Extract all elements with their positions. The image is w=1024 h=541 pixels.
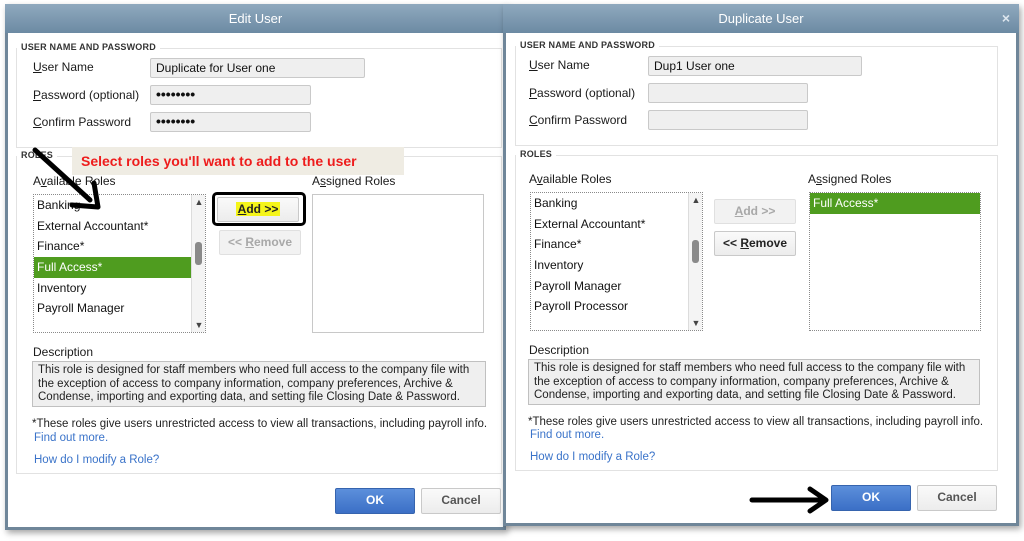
confirm-password-label: Confirm Password [33, 115, 131, 129]
label-text: A [808, 172, 817, 186]
group-legend: USER NAME AND PASSWORD [17, 42, 160, 52]
button-text: << [227, 235, 246, 249]
user-name-input[interactable]: Dup1 User one [648, 56, 862, 76]
list-item[interactable]: Full Access* [810, 193, 980, 214]
button-text: emove [749, 236, 788, 250]
list-item[interactable]: Payroll Processor [531, 296, 702, 317]
scroll-thumb[interactable] [692, 240, 699, 263]
confirm-password-input[interactable] [648, 110, 808, 130]
label-text: assword (optional) [41, 88, 140, 102]
user-name-label: User Name [33, 60, 94, 74]
mnemonic: U [529, 58, 538, 72]
ok-button[interactable]: OK [831, 485, 911, 511]
remove-role-button[interactable]: << Remove [714, 231, 796, 256]
user-name-label: User Name [529, 58, 590, 72]
list-item[interactable]: Banking [531, 193, 702, 214]
group-legend: USER NAME AND PASSWORD [516, 40, 659, 50]
cancel-button[interactable]: Cancel [917, 485, 997, 511]
label-text: assword (optional) [537, 86, 636, 100]
list-item[interactable]: Finance* [34, 236, 205, 257]
list-items: Full Access* [810, 193, 980, 214]
roles-note: *These roles give users unrestricted acc… [528, 416, 984, 428]
password-input[interactable]: •••••••• [150, 85, 311, 105]
label-text: ailable Roles [542, 172, 612, 186]
available-roles-label: Available Roles [529, 172, 612, 186]
password-label: Password (optional) [529, 86, 635, 100]
annotation-arrow-icon [32, 147, 101, 210]
button-text: dd >> [743, 204, 776, 218]
roles-note: *These roles give users unrestricted acc… [32, 418, 488, 430]
label-text: onfirm Password [41, 115, 132, 129]
scroll-up-icon[interactable]: ▲ [192, 195, 206, 209]
password-input[interactable] [648, 83, 808, 103]
label-text: signed Roles [822, 172, 892, 186]
find-out-more-link[interactable]: Find out more. [530, 429, 604, 441]
label-text: signed Roles [326, 174, 396, 188]
mnemonic: P [529, 86, 538, 100]
cancel-button[interactable]: Cancel [421, 488, 501, 514]
edit-user-titlebar[interactable]: Edit User [5, 4, 506, 33]
annotation-arrow-ok-icon [749, 486, 829, 514]
scroll-thumb[interactable] [195, 242, 202, 265]
mnemonic: U [33, 60, 42, 74]
assigned-roles-label: Assigned Roles [808, 172, 891, 186]
password-label: Password (optional) [33, 88, 139, 102]
add-button-annotation-outline [212, 192, 306, 226]
duplicate-user-dialog: Duplicate User × USER NAME AND PASSWORD … [503, 4, 1019, 526]
scroll-down-icon[interactable]: ▼ [192, 318, 206, 332]
mnemonic: P [33, 88, 42, 102]
assigned-roles-list[interactable]: Full Access* [809, 192, 981, 331]
assigned-roles-label: Assigned Roles [312, 174, 395, 188]
mnemonic: C [529, 113, 538, 127]
label-text: ser Name [41, 60, 94, 74]
assigned-roles-list[interactable] [312, 194, 484, 333]
user-name-input[interactable]: Duplicate for User one [150, 58, 365, 78]
annotation-callout: Select roles you'll want to add to the u… [72, 147, 404, 175]
list-item[interactable]: Payroll Manager [531, 276, 702, 297]
list-items: Banking External Accountant* Finance* Inven… [531, 193, 702, 317]
label-text: ser Name [537, 58, 590, 72]
edit-user-dialog: Edit User USER NAME AND PASSWORD User Na… [5, 4, 506, 530]
confirm-password-label: Confirm Password [529, 113, 627, 127]
add-role-button[interactable]: Add >> [714, 199, 796, 224]
mnemonic: R [245, 235, 254, 249]
description-label: Description [33, 345, 94, 359]
mnemonic: C [33, 115, 42, 129]
label-text: A [312, 174, 321, 188]
find-out-more-link[interactable]: Find out more. [34, 432, 108, 444]
scroll-up-icon[interactable]: ▲ [689, 193, 703, 207]
close-icon[interactable]: × [1002, 4, 1010, 33]
list-item[interactable]: External Accountant* [531, 214, 702, 235]
confirm-password-input[interactable]: •••••••• [150, 112, 311, 132]
mnemonic: R [740, 236, 749, 250]
button-text: emove [254, 235, 293, 249]
group-legend: ROLES [516, 149, 557, 159]
duplicate-user-titlebar[interactable]: Duplicate User × [503, 4, 1019, 33]
available-roles-scrollbar[interactable]: ▲ ▼ [688, 193, 702, 330]
ok-button[interactable]: OK [335, 488, 415, 514]
button-text: << [722, 236, 741, 250]
label-text: onfirm Password [537, 113, 628, 127]
remove-role-button[interactable]: << Remove [219, 230, 301, 255]
description-label: Description [529, 343, 590, 357]
list-item[interactable]: Finance* [531, 234, 702, 255]
list-item[interactable]: Inventory [531, 255, 702, 276]
modify-role-link[interactable]: How do I modify a Role? [530, 451, 655, 463]
dialog-title: Edit User [228, 11, 283, 26]
list-item[interactable]: Inventory [34, 278, 205, 299]
list-item[interactable]: Full Access* [34, 257, 205, 278]
available-roles-scrollbar[interactable]: ▲ ▼ [191, 195, 205, 332]
scroll-down-icon[interactable]: ▼ [689, 316, 703, 330]
list-item[interactable]: External Accountant* [34, 216, 205, 237]
dialog-title: Duplicate User [718, 11, 804, 26]
role-description: This role is designed for staff members … [528, 359, 980, 405]
available-roles-list[interactable]: Banking External Accountant* Finance* Inven… [530, 192, 703, 331]
list-item[interactable]: Payroll Manager [34, 298, 205, 319]
role-description: This role is designed for staff members … [32, 361, 486, 407]
modify-role-link[interactable]: How do I modify a Role? [34, 454, 159, 466]
label-text: A [529, 172, 537, 186]
